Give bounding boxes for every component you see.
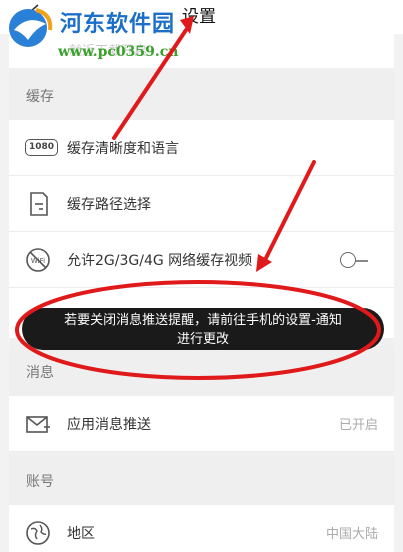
envelope-icon <box>26 416 50 433</box>
watermark-logo-icon <box>9 8 53 47</box>
push-notification-row[interactable]: 应用消息推送 已开启 <box>9 396 394 452</box>
cache-path-label: 缓存路径选择 <box>67 197 151 213</box>
section-header-message: 消息 <box>9 346 394 396</box>
cache-path-row[interactable]: 缓存路径选择 <box>9 176 394 232</box>
svg-text:WiFi: WiFi <box>31 257 45 265</box>
toggle-track <box>356 260 368 262</box>
region-row[interactable]: 地区 中国大陆 <box>9 505 394 552</box>
mobile-cache-row[interactable]: WiFi 允许2G/3G/4G 网络缓存视频 <box>9 232 394 288</box>
document-icon <box>30 192 48 216</box>
section-title-message: 消息 <box>26 365 54 381</box>
toast-line-2: 进行更改 <box>176 332 229 347</box>
toast-line-1: 若要关闭消息推送提醒，请前往手机的设置-通知 <box>64 313 342 328</box>
mobile-cache-label: 允许2G/3G/4G 网络缓存视频 <box>67 253 253 269</box>
mobile-cache-toggle[interactable] <box>340 252 368 270</box>
section-header-cache: 缓存 <box>9 70 394 120</box>
region-value: 中国大陆 <box>325 527 378 542</box>
toast-message: 若要关闭消息推送提醒，请前往手机的设置-通知 进行更改 <box>22 308 384 350</box>
section-title-account: 账号 <box>26 474 54 490</box>
toggle-knob <box>340 252 356 268</box>
section-title-cache: 缓存 <box>26 89 54 105</box>
no-wifi-icon: WiFi <box>26 248 50 272</box>
section-header-account: 账号 <box>9 455 394 505</box>
push-notification-label: 应用消息推送 <box>67 417 151 433</box>
cache-quality-row[interactable]: 1080 缓存清晰度和语言 <box>9 120 394 176</box>
push-notification-status: 已开启 <box>338 418 378 433</box>
globe-icon <box>26 521 50 545</box>
cache-quality-label: 缓存清晰度和语言 <box>67 141 179 157</box>
resolution-1080-icon: 1080 <box>25 139 59 156</box>
watermark-name: 河东软件园 <box>60 11 176 37</box>
watermark-url: www.pc0359.cn <box>58 44 179 60</box>
region-label: 地区 <box>67 526 95 542</box>
page-title: 设置 <box>182 7 216 27</box>
